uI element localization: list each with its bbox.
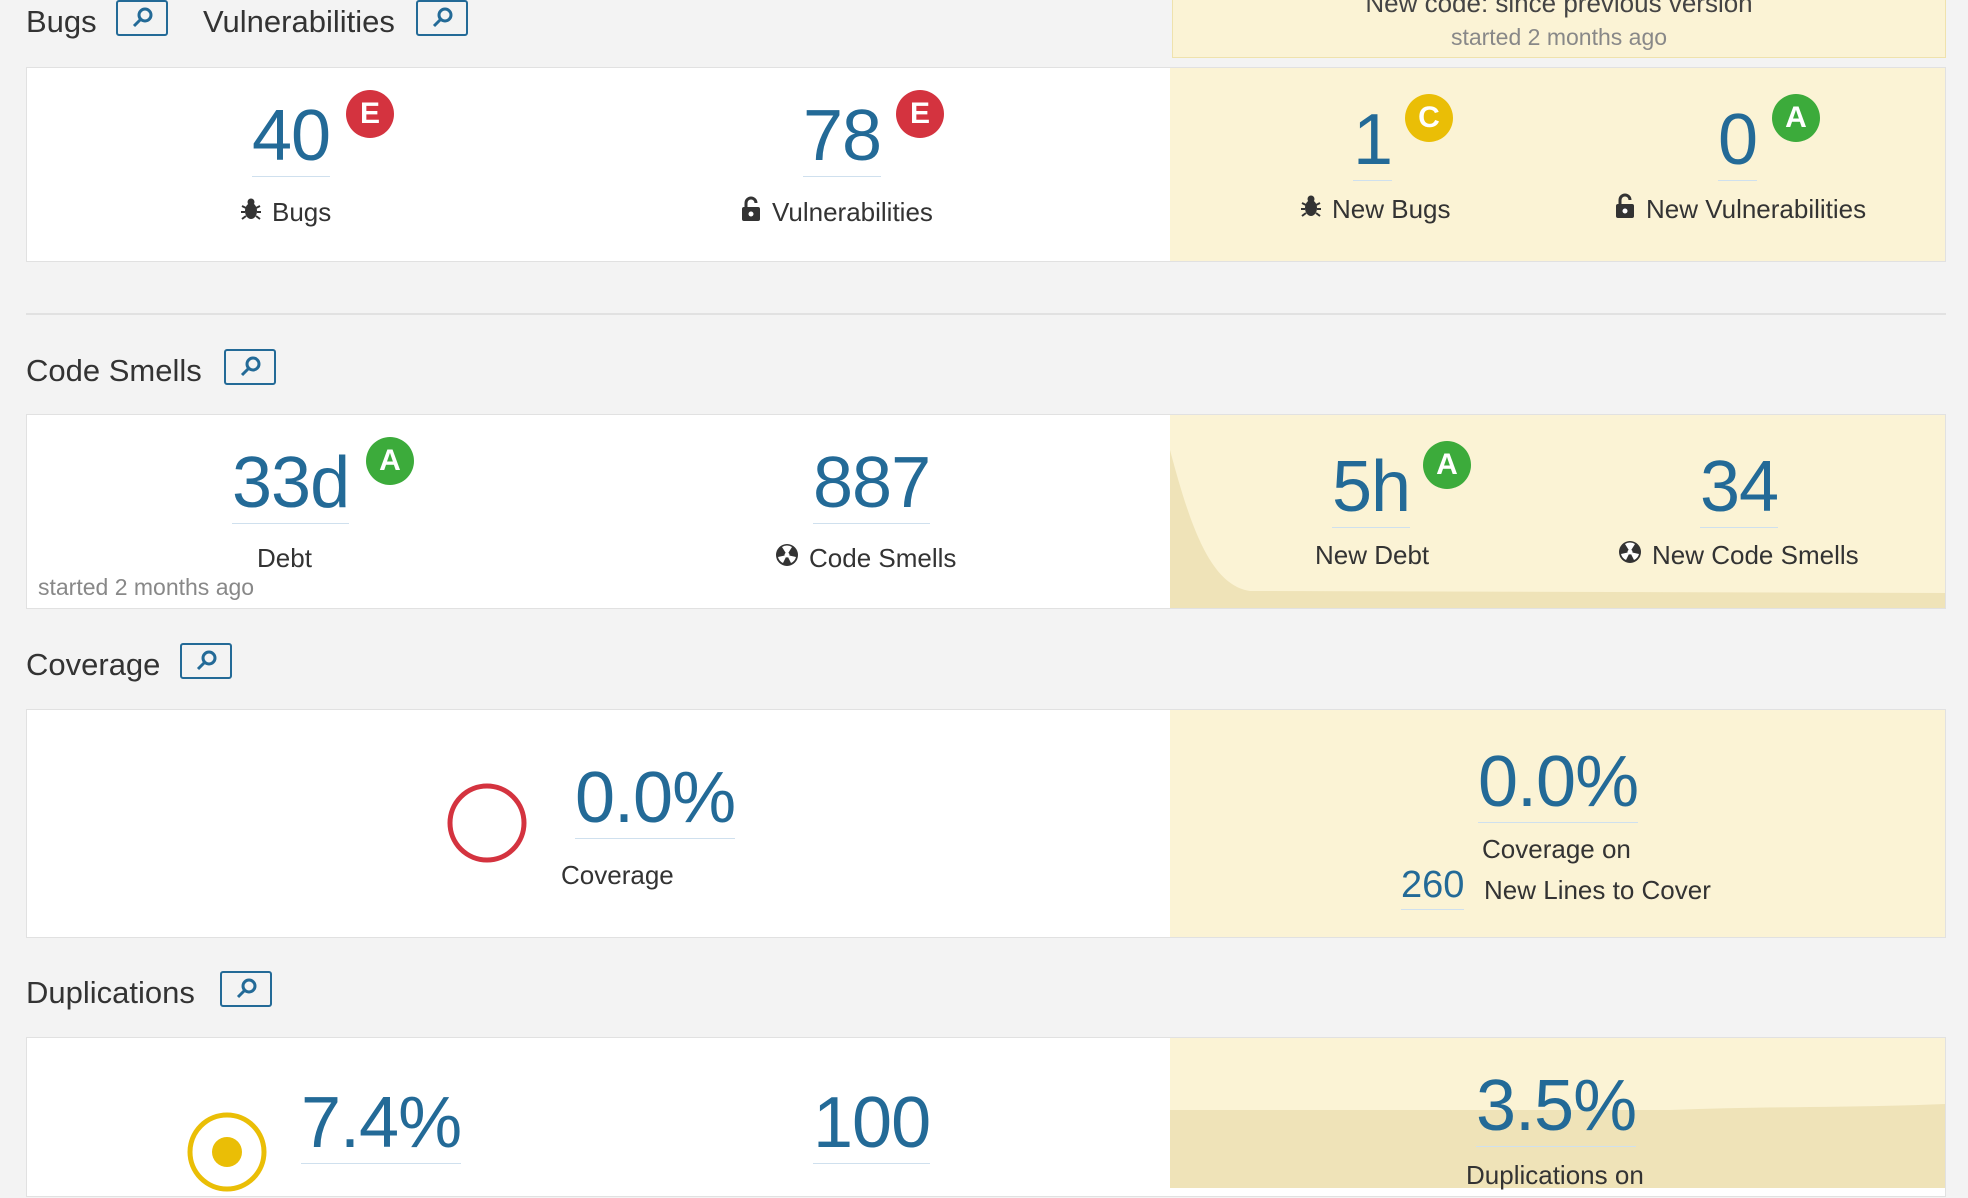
code-smells-leak-area [1170,415,1945,608]
duplications-value[interactable]: 7.4% [301,1087,462,1164]
new-debt-value[interactable]: 5h [1332,451,1411,528]
section-title-coverage: Coverage [26,647,161,682]
new-debt-rating-badge[interactable]: A [1423,441,1471,489]
link-icon [240,356,261,377]
debt-trend-sparkline [1170,450,1945,608]
coverage-drilldown-button[interactable] [180,643,232,679]
new-coverage-label: Coverage on [1482,834,1631,864]
bugs-rating-badge[interactable]: E [346,90,394,138]
new-lines-to-cover-value[interactable]: 260 [1401,864,1465,910]
new-code-smells-value[interactable]: 34 [1700,451,1779,528]
section-title-bugs: Bugs [26,4,97,39]
new-bugs-label: New Bugs [1300,193,1451,226]
code-smells-value[interactable]: 887 [813,447,931,524]
new-vulnerabilities-label: New Vulnerabilities [1614,193,1866,226]
debt-started-note: started 2 months ago [38,574,255,600]
lock-icon [740,196,762,229]
duplications-drilldown-button[interactable] [220,971,272,1007]
section-title-duplications: Duplications [26,975,195,1010]
new-debt-label: New Debt [1315,540,1430,570]
leak-period-subtitle: started 2 months ago [1450,24,1668,50]
link-icon [196,650,217,671]
new-code-smells-label: New Code Smells [1618,540,1859,571]
leak-period-title: New code: since previous version [1365,0,1753,18]
radiation-icon [775,543,799,574]
vulnerabilities-rating-badge[interactable]: E [896,90,944,138]
coverage-value[interactable]: 0.0% [575,762,736,839]
lock-icon [1614,193,1636,226]
radiation-icon [1618,540,1642,571]
debt-rating-badge[interactable]: A [366,437,414,485]
duplicated-blocks-value[interactable]: 100 [813,1087,931,1164]
vulnerabilities-value[interactable]: 78 [803,100,882,177]
coverage-label: Coverage [561,860,674,890]
bug-icon [1300,193,1322,226]
new-coverage-value[interactable]: 0.0% [1478,746,1639,823]
new-duplications-value[interactable]: 3.5% [1476,1070,1637,1147]
new-bugs-rating-badge[interactable]: C [1405,94,1453,142]
link-icon [236,978,257,999]
bugs-leak-area [1170,68,1945,261]
link-icon [432,7,453,28]
duplications-bubble [186,1111,268,1193]
section-title-code-smells: Code Smells [26,353,202,388]
section-title-vulnerabilities: Vulnerabilities [203,4,395,39]
bug-icon [240,196,262,229]
link-icon [132,7,153,28]
bugs-value[interactable]: 40 [252,100,331,177]
new-vulnerabilities-rating-badge[interactable]: A [1772,94,1820,142]
vulnerabilities-label: Vulnerabilities [740,196,933,229]
section-divider [26,313,1946,315]
code-smells-drilldown-button[interactable] [224,349,276,385]
new-bugs-value[interactable]: 1 [1353,104,1393,181]
code-smells-label: Code Smells [775,543,956,574]
debt-value[interactable]: 33d [232,447,350,524]
bugs-label: Bugs [240,196,331,229]
new-duplications-label: Duplications on [1466,1160,1644,1190]
bugs-drilldown-button[interactable] [116,0,168,36]
coverage-donut-chart [446,782,528,864]
vulnerabilities-drilldown-button[interactable] [416,0,468,36]
debt-label: Debt [257,543,312,573]
new-vulnerabilities-value[interactable]: 0 [1718,104,1758,181]
new-lines-to-cover-label: New Lines to Cover [1484,875,1711,905]
